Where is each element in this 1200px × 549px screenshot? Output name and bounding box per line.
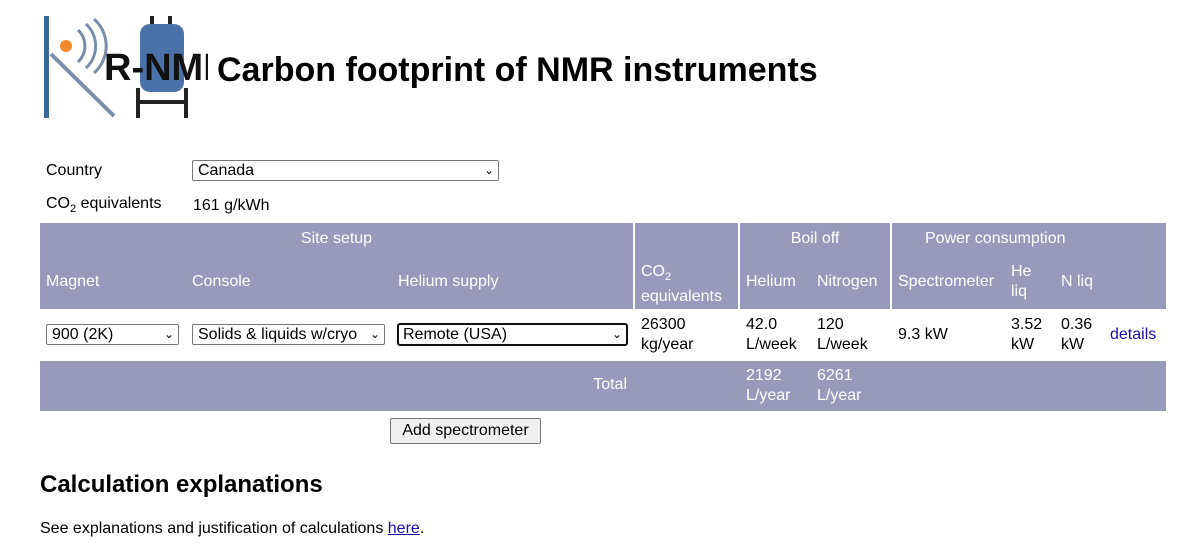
chevron-down-icon: ⌄ [611, 327, 622, 341]
total-nitrogen: 6261 L/year [817, 367, 862, 404]
nmr-logo: R-NMR [44, 16, 208, 118]
row-spectrometer: 9.3 kW [898, 326, 948, 343]
section-heading: Calculation explanations [40, 471, 323, 498]
country-label: Country [46, 162, 103, 179]
row-nitrogen: 120 L/week [817, 316, 868, 353]
col-spectrometer: Spectrometer [898, 273, 995, 290]
col-helium-supply: Helium supply [398, 273, 499, 290]
explanation-text: See explanations and justification of ca… [40, 520, 425, 537]
group-power-consumption: Power consumption [925, 230, 1066, 247]
col-co2-equivalents: CO2 equivalents [641, 263, 722, 305]
co2-value: 161 g/kWh [193, 197, 270, 214]
group-site-setup: Site setup [300, 230, 373, 247]
total-helium: 2192 L/year [746, 367, 791, 404]
total-label: Total [593, 376, 627, 393]
col-n-liq: N liq [1061, 273, 1094, 290]
row-helium: 42.0 L/week [746, 316, 797, 353]
helium-supply-select-value: Remote (USA) [403, 326, 508, 343]
helium-supply-select[interactable]: Remote (USA) ⌄ [397, 323, 628, 346]
col-helium: Helium [746, 273, 796, 290]
chevron-down-icon: ⌄ [369, 327, 380, 341]
row-co2: 26300 kg/year [641, 316, 694, 353]
magnet-select[interactable]: 900 (2K) ⌄ [46, 324, 179, 345]
magnet-select-value: 900 (2K) [52, 326, 114, 343]
country-select-value: Canada [198, 162, 255, 179]
row-he-liq: 3.52 kW [1011, 316, 1043, 353]
page-title: Carbon footprint of NMR instruments [217, 51, 818, 89]
spectrometer-table: Site setup Boil off Power consumption Ma… [40, 223, 1166, 411]
co2-label: CO2 equivalents [46, 195, 162, 215]
row-n-liq: 0.36 kW [1061, 316, 1093, 353]
add-spectrometer-button[interactable]: Add spectrometer [390, 418, 541, 444]
chevron-down-icon: ⌄ [163, 327, 174, 341]
country-select[interactable]: Canada ⌄ [192, 160, 499, 181]
logo-dot [60, 40, 72, 52]
chevron-down-icon: ⌄ [483, 163, 494, 177]
console-select-value: Solids & liquids w/cryo [198, 326, 358, 343]
col-nitrogen: Nitrogen [817, 273, 878, 290]
col-console: Console [192, 273, 251, 290]
col-he-liq: He liq [1011, 263, 1032, 300]
logo-text: R-NMR [104, 47, 208, 89]
logo-bar [44, 16, 49, 118]
group-boil-off: Boil off [790, 230, 840, 247]
col-magnet: Magnet [46, 273, 100, 290]
console-select[interactable]: Solids & liquids w/cryo ⌄ [192, 324, 385, 345]
details-link[interactable]: details [1110, 326, 1156, 343]
details-link-cell: details [1110, 325, 1156, 345]
here-link[interactable]: here [388, 520, 420, 537]
